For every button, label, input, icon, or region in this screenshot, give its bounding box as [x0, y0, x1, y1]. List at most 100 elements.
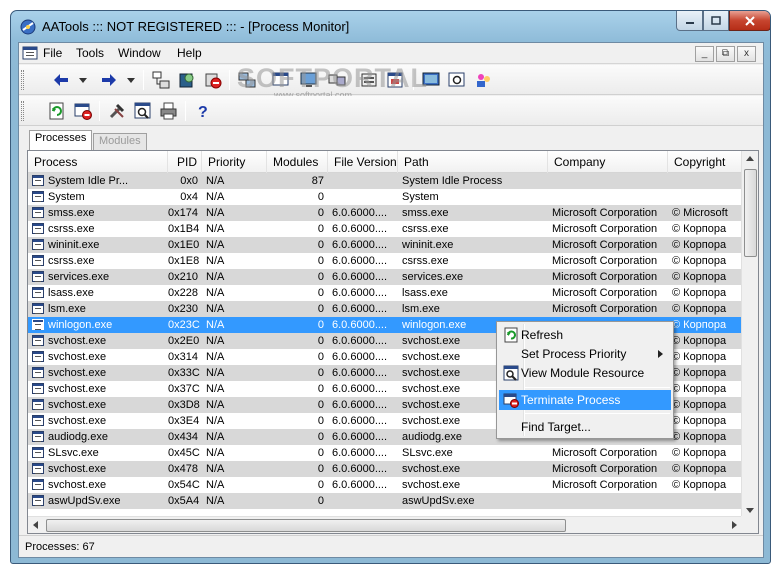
- services-button[interactable]: [177, 70, 197, 90]
- menu-item-terminate-process[interactable]: Terminate Process: [499, 390, 671, 410]
- table-row[interactable]: csrss.exe 0x1E8 N/A 0 6.0.6000.... csrss.exe M…: [28, 253, 742, 269]
- column-path[interactable]: Path: [398, 151, 548, 173]
- svg-text:?: ?: [198, 104, 208, 120]
- table-row[interactable]: csrss.exe 0x1B4 N/A 0 6.0.6000.... csrss.exe M…: [28, 221, 742, 237]
- menu-file[interactable]: File: [43, 46, 62, 60]
- cell-version: [328, 189, 398, 205]
- cell-pid: 0x1E0: [168, 239, 200, 251]
- mdi-minimize-button[interactable]: _: [695, 46, 714, 62]
- cell-modules: 0: [317, 191, 324, 203]
- table-row[interactable]: SLsvc.exe 0x45C N/A 0 6.0.6000.... SLsvc.exe M…: [28, 445, 742, 461]
- minimize-button[interactable]: [676, 11, 703, 31]
- find-window-icon: [448, 72, 465, 87]
- forward-dropdown[interactable]: [125, 70, 137, 90]
- cell-copyright: © Корпора: [672, 399, 727, 411]
- table-row[interactable]: svchost.exe 0x54C N/A 0 6.0.6000.... svchost.…: [28, 477, 742, 493]
- mdi-child-icon[interactable]: [22, 45, 38, 61]
- menu-help[interactable]: Help: [177, 46, 202, 60]
- mdi-restore-button[interactable]: ⧉: [716, 46, 735, 62]
- cell-priority: N/A: [206, 479, 225, 491]
- scroll-down-icon[interactable]: [746, 508, 754, 513]
- menu-tools[interactable]: Tools: [76, 46, 104, 60]
- title-bar[interactable]: AATools ::: NOT REGISTERED ::: - [Proces…: [11, 11, 770, 42]
- refresh-button[interactable]: [47, 101, 67, 121]
- table-row[interactable]: svchost.exe 0x478 N/A 0 6.0.6000.... svchost.…: [28, 461, 742, 477]
- vertical-scroll-thumb[interactable]: [744, 169, 757, 257]
- cell-version: 6.0.6000....: [332, 223, 388, 235]
- back-dropdown[interactable]: [77, 70, 89, 90]
- table-row[interactable]: System 0x4 N/A 0 System: [28, 189, 742, 205]
- cell-version: 6.0.6000....: [332, 303, 388, 315]
- tools-button[interactable]: [107, 101, 127, 121]
- table-row[interactable]: aswUpdSv.exe 0x5A4 N/A 0 aswUpdSv.exe: [28, 493, 742, 509]
- mdi-close-button[interactable]: x: [737, 46, 756, 62]
- scroll-corner: [741, 516, 758, 533]
- cell-modules: 0: [317, 399, 324, 411]
- toolbar-grip[interactable]: [21, 101, 24, 121]
- cell-modules: 0: [317, 239, 324, 251]
- scroll-left-icon[interactable]: [33, 521, 38, 529]
- back-button[interactable]: [51, 70, 71, 90]
- help-button[interactable]: ?: [193, 101, 213, 121]
- table-row[interactable]: smss.exe 0x174 N/A 0 6.0.6000.... smss.exe Mic…: [28, 205, 742, 221]
- column-process[interactable]: Process: [28, 151, 168, 173]
- list-header: Process PID Priority Modules File Versio…: [28, 151, 742, 173]
- horizontal-scrollbar[interactable]: [28, 516, 742, 533]
- cell-copyright: © Корпора: [672, 255, 727, 267]
- table-row[interactable]: lsm.exe 0x230 N/A 0 6.0.6000.... lsm.exe Micro…: [28, 301, 742, 317]
- terminate-button[interactable]: [73, 101, 93, 121]
- process-icon: [32, 463, 44, 474]
- process-icon: [32, 223, 44, 234]
- column-pid[interactable]: PID: [168, 151, 202, 173]
- process-tree-button[interactable]: [151, 70, 171, 90]
- cell-priority: N/A: [206, 367, 225, 379]
- maximize-button[interactable]: [703, 11, 729, 31]
- cell-path: aswUpdSv.exe: [402, 495, 475, 507]
- table-row[interactable]: System Idle Pr... 0x0 N/A 87 System Idle Pro…: [28, 173, 742, 189]
- horizontal-scroll-thumb[interactable]: [46, 519, 566, 532]
- cell-pid: 0x314: [168, 351, 198, 363]
- cell-copyright: [668, 173, 742, 189]
- vertical-scrollbar[interactable]: [741, 151, 758, 518]
- close-button[interactable]: [729, 11, 770, 31]
- scroll-right-icon[interactable]: [732, 521, 737, 529]
- forward-button[interactable]: [99, 70, 119, 90]
- column-file-version[interactable]: File Version: [328, 151, 398, 173]
- column-company[interactable]: Company: [548, 151, 668, 173]
- column-modules[interactable]: Modules: [267, 151, 328, 173]
- refresh-icon: [49, 102, 64, 120]
- cell-version: 6.0.6000....: [332, 431, 388, 443]
- table-row[interactable]: wininit.exe 0x1E0 N/A 0 6.0.6000.... wininit.…: [28, 237, 742, 253]
- cell-process: System Idle Pr...: [48, 175, 129, 187]
- menu-item-label: Find Target...: [521, 420, 591, 434]
- scroll-up-icon[interactable]: [746, 156, 754, 161]
- column-copyright[interactable]: Copyright: [668, 151, 742, 173]
- cell-priority: N/A: [206, 191, 225, 203]
- stop-service-button[interactable]: [203, 70, 223, 90]
- process-icon: [32, 287, 44, 298]
- find-window-button[interactable]: [447, 70, 467, 90]
- navigation-toolbar: SOFTPORTAL www.softportal.com: [19, 63, 763, 100]
- table-row[interactable]: lsass.exe 0x228 N/A 0 6.0.6000.... lsass.exe M…: [28, 285, 742, 301]
- print-button[interactable]: [159, 101, 179, 121]
- cell-version: 6.0.6000....: [332, 383, 388, 395]
- menu-item-view-module-resource[interactable]: View Module Resource: [499, 363, 671, 383]
- menu-window[interactable]: Window: [118, 46, 161, 60]
- toolbar-grip[interactable]: [21, 70, 24, 90]
- users-button[interactable]: [473, 70, 493, 90]
- cell-modules: 0: [317, 447, 324, 459]
- cell-pid: 0x210: [168, 271, 198, 283]
- menu-item-find-target[interactable]: Find Target...: [499, 417, 671, 437]
- menu-item-set-priority[interactable]: Set Process Priority: [499, 344, 671, 364]
- process-icon: [32, 239, 44, 250]
- tab-modules[interactable]: Modules: [93, 133, 147, 150]
- tab-processes[interactable]: Processes: [29, 130, 93, 150]
- view-module-button[interactable]: [133, 101, 153, 121]
- cell-priority: N/A: [206, 431, 225, 443]
- table-row[interactable]: services.exe 0x210 N/A 0 6.0.6000.... service…: [28, 269, 742, 285]
- menu-item-refresh[interactable]: Refresh: [499, 325, 671, 345]
- cell-pid: 0x4: [180, 191, 198, 203]
- column-priority[interactable]: Priority: [202, 151, 267, 173]
- view-module-icon: [134, 102, 151, 119]
- cell-path: svchost.exe: [402, 479, 461, 491]
